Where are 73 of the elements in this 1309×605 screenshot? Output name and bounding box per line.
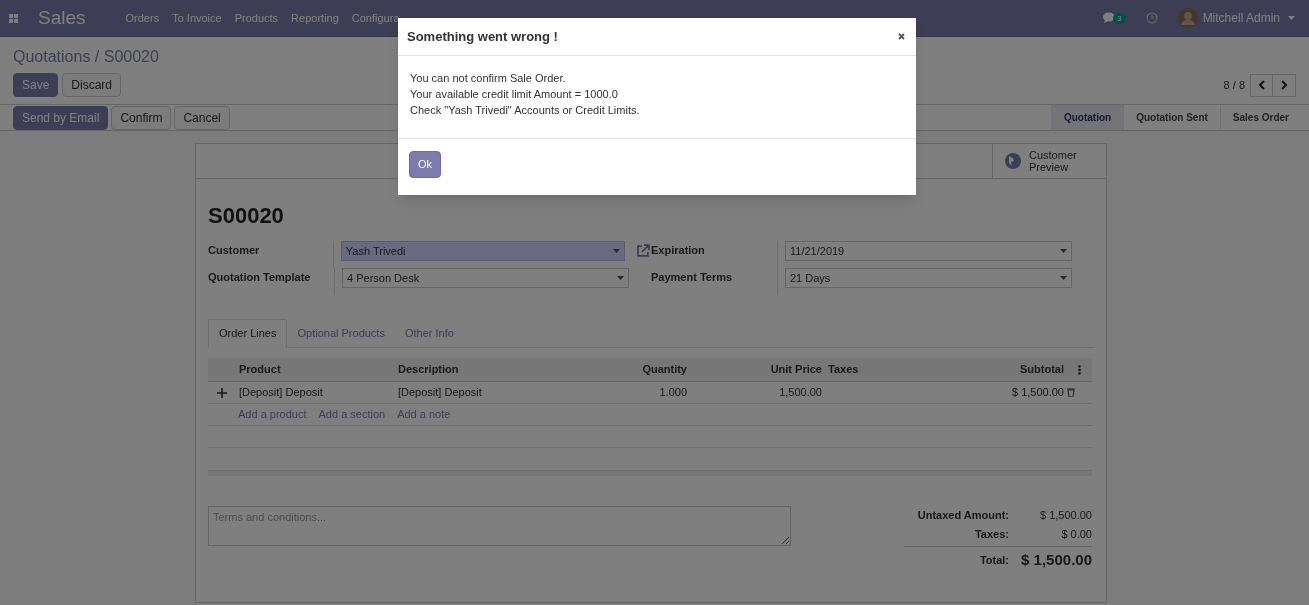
form-tab[interactable]: Order Lines xyxy=(208,319,288,348)
messages-button[interactable]: 3 xyxy=(1103,12,1126,24)
more-options-icon[interactable] xyxy=(1078,364,1081,375)
chevron-left-icon xyxy=(1258,80,1265,90)
total-value: $ 1,500.00 xyxy=(1020,550,1092,571)
drag-handle-icon[interactable] xyxy=(217,387,227,398)
total-label: Taxes: xyxy=(974,527,1009,543)
record-title: S00020 xyxy=(208,202,285,227)
breadcrumb: Quotations / S00020 xyxy=(13,47,160,65)
field-label: Payment Terms xyxy=(651,270,733,285)
caret-icon xyxy=(1288,16,1295,20)
error-message: You can not confirm Sale Order. xyxy=(410,71,567,86)
table-cell-text: [Deposit] Deposit xyxy=(397,385,483,401)
menu-link[interactable]: Configura xyxy=(351,9,400,27)
secondary-button[interactable]: Confirm xyxy=(111,105,172,130)
next-button[interactable] xyxy=(1273,73,1296,97)
user-name[interactable]: Mitchell Admin xyxy=(1202,9,1280,27)
secondary-button[interactable]: Discard xyxy=(62,73,122,97)
stage-tab[interactable]: Sales Order xyxy=(1219,105,1301,130)
table-cell-text: 1,500.00 xyxy=(778,385,823,401)
table-cell-text: 1.000 xyxy=(658,385,688,401)
column-header[interactable]: Unit Price xyxy=(690,361,825,378)
pager-value: 8 / 8 xyxy=(1223,77,1245,93)
caret-icon xyxy=(1060,276,1067,280)
add-line-link[interactable]: Add a note xyxy=(397,406,451,423)
menu-link[interactable]: Products xyxy=(234,9,279,27)
select-field[interactable]: 4 Person Desk xyxy=(342,268,629,288)
table-cell-text: [Deposit] Deposit xyxy=(238,385,324,401)
external-link-icon[interactable] xyxy=(635,243,651,259)
column-header[interactable]: Quantity xyxy=(555,361,690,378)
error-message: Your available credit limit Amount = 1000.0 xyxy=(410,87,619,102)
app-title: Sales xyxy=(38,5,86,30)
primary-button[interactable]: Send by Email xyxy=(13,105,109,130)
column-header[interactable]: Description xyxy=(395,361,555,378)
column-header[interactable]: Taxes xyxy=(825,361,915,378)
close-icon[interactable] xyxy=(898,33,905,40)
total-value: $ 0.00 xyxy=(1060,527,1092,543)
previous-button[interactable] xyxy=(1250,73,1273,97)
caret-icon xyxy=(1060,249,1067,253)
menu-link[interactable]: Reporting xyxy=(291,9,339,27)
secondary-button[interactable]: Cancel xyxy=(174,105,230,130)
form-tab[interactable]: Optional Products xyxy=(287,319,395,347)
select-field[interactable]: Yash Trivedi xyxy=(340,241,626,261)
form-tab[interactable]: Other Info xyxy=(394,319,464,347)
add-line-link[interactable]: Add a section xyxy=(318,406,386,423)
total-label: Untaxed Amount: xyxy=(917,508,1009,524)
caret-icon xyxy=(617,276,624,280)
caret-icon xyxy=(613,249,621,253)
menu-link[interactable]: To Invoice xyxy=(172,9,222,27)
column-header[interactable]: Subtotal xyxy=(915,361,1067,378)
field-label: Quotation Template xyxy=(208,270,311,285)
dialog-title: Something went wrong ! xyxy=(407,27,558,46)
error-message: Check "Yash Trivedi" Accounts or Credit Limits. xyxy=(410,103,641,118)
select-field[interactable]: 11/21/2019 xyxy=(785,241,1072,261)
add-line-link[interactable]: Add a product xyxy=(238,406,307,423)
stage-tab[interactable]: Quotation xyxy=(1050,105,1124,130)
customer-preview-button[interactable]: Customer Preview xyxy=(992,144,1106,178)
stage-tab[interactable]: Quotation Sent xyxy=(1123,105,1220,130)
table-cell-text: $ 1,500.00 xyxy=(1011,385,1065,401)
field-label: Expiration xyxy=(651,243,705,258)
primary-button[interactable]: Save xyxy=(13,73,59,97)
chevron-right-icon xyxy=(1280,80,1288,90)
count-badge: 3 xyxy=(1113,12,1126,24)
trash-icon[interactable] xyxy=(1067,388,1075,397)
menu-link[interactable]: Orders xyxy=(125,9,160,27)
ok-button[interactable]: Ok xyxy=(409,151,441,178)
column-header[interactable]: Product xyxy=(236,361,395,378)
field-label: Customer xyxy=(208,243,260,258)
total-label: Total: xyxy=(979,553,1009,569)
select-field[interactable]: 21 Days xyxy=(785,268,1072,288)
globe-icon xyxy=(1005,153,1021,169)
total-value: $ 1,500.00 xyxy=(1039,508,1092,524)
apps-grid-icon[interactable] xyxy=(9,13,18,23)
